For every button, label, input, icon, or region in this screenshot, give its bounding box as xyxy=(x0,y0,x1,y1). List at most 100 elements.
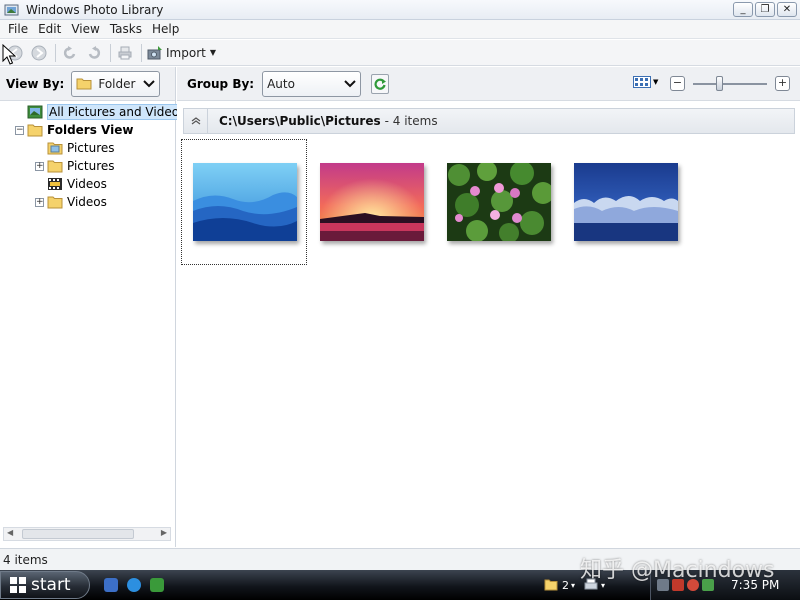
import-label: Import xyxy=(166,45,206,60)
chevron-down-icon: ▼ xyxy=(209,48,216,57)
window-title: Windows Photo Library xyxy=(26,2,164,17)
content-pane: Group By: Auto ▼ − + C:\Users\Public\Pic… xyxy=(177,67,800,547)
display-icon[interactable] xyxy=(657,579,669,591)
all-pictures-icon xyxy=(27,105,43,119)
close-button[interactable]: ✕ xyxy=(777,2,797,17)
view-by-value: Folder xyxy=(98,76,136,91)
printer-icon xyxy=(584,578,598,590)
slider-track xyxy=(693,83,767,85)
tree-item-pictures[interactable]: Pictures xyxy=(0,139,175,157)
toolbar-separator xyxy=(55,43,56,62)
tree-item-label: Videos xyxy=(67,195,107,209)
scroll-right-icon[interactable]: ▶ xyxy=(161,528,167,537)
navigation-pane: View By: Folder All Pictures and Videos … xyxy=(0,67,188,547)
blue-mountains-photo[interactable] xyxy=(193,163,297,241)
refresh-icon xyxy=(374,78,387,90)
group-by-value: Auto xyxy=(267,76,295,91)
chevron-down-icon: ▾ xyxy=(571,580,576,590)
start-label: start xyxy=(31,575,71,595)
slider-thumb[interactable] xyxy=(716,76,723,91)
collapse-icon[interactable]: − xyxy=(15,126,24,135)
view-by-bar: View By: Folder xyxy=(0,67,175,101)
tree-item-label: Folders View xyxy=(47,123,134,137)
status-bar: 4 items xyxy=(0,548,800,570)
tree-item-label: Pictures xyxy=(67,159,115,173)
internet-explorer-icon[interactable] xyxy=(127,578,141,592)
taskbar-printer-group[interactable]: ▾ xyxy=(579,574,609,596)
tree-item-pictures-folder[interactable]: + Pictures xyxy=(0,157,175,175)
toolbar-separator xyxy=(110,43,111,62)
menu-tasks[interactable]: Tasks xyxy=(105,22,147,36)
toolbar: Import ▼ xyxy=(0,40,800,66)
show-desktop-icon[interactable] xyxy=(104,578,118,592)
security-icon[interactable] xyxy=(672,579,684,591)
tree-item-folders-view[interactable]: − Folders View xyxy=(0,121,175,139)
folder-icon xyxy=(47,160,63,173)
print-icon[interactable] xyxy=(116,44,134,62)
tree-item-label: All Pictures and Videos xyxy=(47,104,188,120)
collapse-group-icon[interactable] xyxy=(184,109,208,133)
folder-tree: All Pictures and Videos − Folders View P… xyxy=(0,101,188,211)
scroll-left-icon[interactable]: ◀ xyxy=(7,528,13,537)
tree-item-label: Pictures xyxy=(67,141,115,155)
group-count: - 4 items xyxy=(384,114,438,128)
clock[interactable]: 7:35 PM xyxy=(731,578,779,592)
folder-icon xyxy=(76,78,92,90)
thumbnail-view-icon xyxy=(633,76,651,88)
menu-help[interactable]: Help xyxy=(147,22,184,36)
taskbar-group: 2 ▾ ▾ xyxy=(540,570,609,600)
zoom-in-button[interactable]: + xyxy=(775,76,790,91)
group-header[interactable]: C:\Users\Public\Pictures - 4 items xyxy=(183,108,795,134)
photo-library-taskbar-icon[interactable] xyxy=(150,578,164,592)
expand-icon[interactable]: + xyxy=(35,198,44,207)
zoom-slider[interactable] xyxy=(693,76,767,91)
minimize-button[interactable]: _ xyxy=(733,2,753,17)
toolbar-separator xyxy=(141,43,142,62)
mouse-cursor-icon xyxy=(2,44,16,65)
rotate-left-icon[interactable] xyxy=(61,44,79,62)
videos-folder-icon xyxy=(48,178,62,190)
rotate-right-icon[interactable] xyxy=(85,44,103,62)
pictures-folder-icon xyxy=(47,142,63,155)
folder-icon xyxy=(27,124,43,137)
import-button[interactable]: Import ▼ xyxy=(147,45,216,61)
scrollbar-thumb[interactable] xyxy=(22,529,134,539)
taskbar-folder-group[interactable]: 2 ▾ xyxy=(540,574,579,596)
view-by-dropdown[interactable]: Folder xyxy=(71,70,161,97)
shield-icon[interactable] xyxy=(687,579,699,591)
menu-view[interactable]: View xyxy=(66,22,104,36)
view-options-button[interactable]: ▼ xyxy=(633,76,658,88)
forward-icon[interactable] xyxy=(30,44,48,62)
tree-item-all-pictures[interactable]: All Pictures and Videos xyxy=(0,103,188,121)
water-lilies-photo[interactable] xyxy=(447,163,551,241)
maximize-button[interactable]: ❐ xyxy=(755,2,775,17)
frost-trees-photo[interactable] xyxy=(574,163,678,241)
menu-edit[interactable]: Edit xyxy=(33,22,66,36)
photo-library-icon xyxy=(4,4,19,15)
view-by-label: View By: xyxy=(6,76,65,91)
notification-area: 7:35 PM xyxy=(650,570,800,600)
taskbar: start 2 ▾ ▾ 7:35 PM xyxy=(0,570,800,600)
network-icon[interactable] xyxy=(702,579,714,591)
chevron-down-icon: ▾ xyxy=(601,580,606,590)
sunset-photo[interactable] xyxy=(320,163,424,241)
tree-item-videos[interactable]: Videos xyxy=(0,175,175,193)
horizontal-scrollbar[interactable]: ◀ ▶ xyxy=(3,527,171,541)
zoom-control: − + xyxy=(670,76,790,91)
tree-item-videos-folder[interactable]: + Videos xyxy=(0,193,175,211)
group-by-label: Group By: xyxy=(187,76,255,91)
refresh-button[interactable] xyxy=(371,73,390,94)
menu-file[interactable]: File xyxy=(3,22,33,36)
import-icon xyxy=(147,45,162,59)
zoom-out-button[interactable]: − xyxy=(670,76,685,91)
taskbar-group-count: 2 xyxy=(562,578,569,592)
start-button[interactable]: start xyxy=(0,571,90,599)
status-item-count: 4 items xyxy=(3,552,48,567)
title-bar: Windows Photo Library _ ❐ ✕ xyxy=(0,0,800,20)
group-path: C:\Users\Public\Pictures xyxy=(219,114,381,128)
expand-icon[interactable]: + xyxy=(35,162,44,171)
windows-logo-icon xyxy=(10,577,26,593)
group-by-dropdown[interactable]: Auto xyxy=(262,70,362,97)
group-by-bar: Group By: Auto ▼ − + xyxy=(177,67,800,101)
menu-bar: File Edit View Tasks Help xyxy=(0,20,800,39)
